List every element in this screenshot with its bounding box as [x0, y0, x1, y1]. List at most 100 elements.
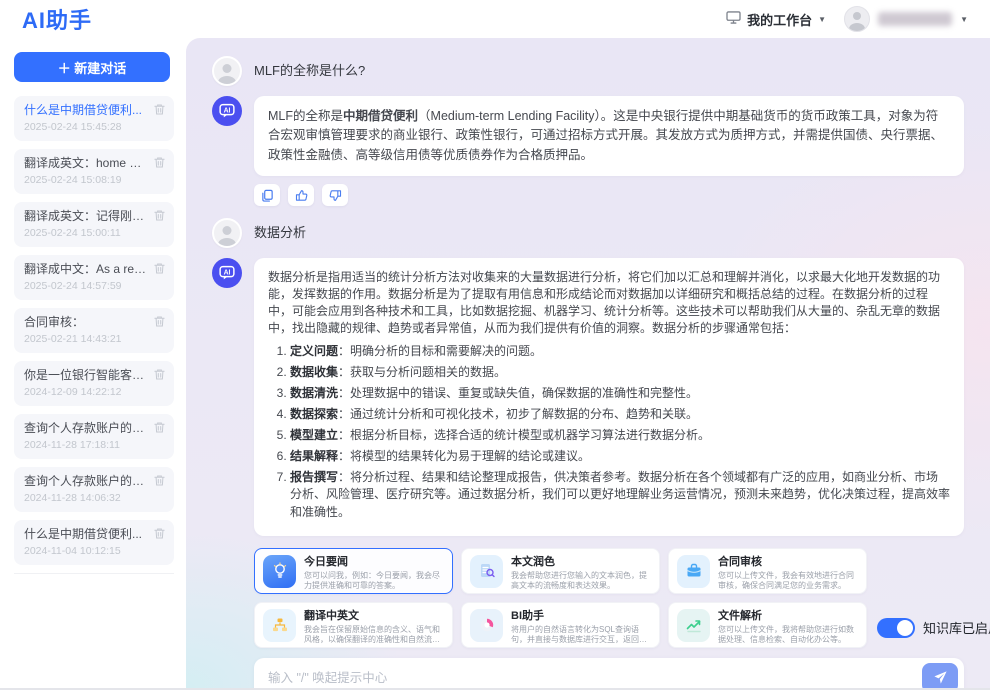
ai-message-row: AI MLF的全称是中期借贷便利（Medium-term Lending Fac…: [212, 96, 964, 176]
analysis-steps-list: 定义问题：明确分析的目标和需要解决的问题。 数据收集：获取与分析问题相关的数据。…: [290, 343, 950, 520]
card-desc: 我会帮助您进行您输入的文本润色，提高文本的流畅度和表达效果。: [511, 571, 651, 592]
conversation-title: 查询个人存款账户的最新...: [24, 473, 148, 489]
conversation-time: 2024-11-28 17:18:11: [24, 438, 148, 453]
monitor-icon: [726, 11, 741, 27]
card-title: 合同审核: [718, 555, 858, 569]
user-menu[interactable]: ▼: [844, 6, 968, 32]
prompt-input-bar: [254, 658, 964, 688]
conversation-time: 2025-02-24 15:00:11: [24, 226, 148, 241]
card-title: 翻译中英文: [304, 609, 444, 623]
ai-intro: 数据分析是指用适当的统计分析方法对收集来的大量数据进行分析，将它们加以汇总和理解…: [268, 269, 950, 337]
workspace-label: 我的工作台: [747, 10, 812, 29]
ai-avatar: AI: [212, 258, 242, 288]
list-item: 数据探索：通过统计分析和可视化技术，初步了解数据的分布、趋势和关联。: [290, 406, 950, 423]
chat-panel: MLF的全称是什么? AI MLF的全称是中期借贷便利（Medium-term …: [186, 38, 990, 688]
conversation-title: 翻译成英文：home home: [24, 155, 148, 171]
list-item: 定义问题：明确分析的目标和需要解决的问题。: [290, 343, 950, 360]
list-item: 报告撰写：将分析过程、结果和结论整理成报告，供决策者参考。数据分析在各个领域都有…: [290, 469, 950, 520]
copy-button[interactable]: [254, 184, 280, 206]
step-text: ：处理数据中的错误、重复或缺失值，确保数据的准确性和完整性。: [338, 386, 698, 400]
sidebar-item-conversation[interactable]: 合同审核： 2025-02-21 14:43:21: [14, 308, 174, 353]
conversation-time: 2024-11-04 10:12:15: [24, 544, 148, 559]
step-label: 定义问题: [290, 344, 338, 358]
trash-icon[interactable]: [153, 421, 166, 434]
user-message: MLF的全称是什么?: [254, 56, 365, 86]
feature-card-news[interactable]: 今日要闻 您可以问我，例如：今日要闻，我会尽力提供准确和可靠的答案。: [254, 548, 453, 594]
list-item: 模型建立：根据分析目标，选择合适的统计模型或机器学习算法进行数据分析。: [290, 427, 950, 444]
knowledge-base-control: 知识库已启用: [867, 618, 990, 638]
step-text: ：通过统计分析和可视化技术，初步了解数据的分布、趋势和关联。: [338, 407, 698, 421]
sidebar-item-conversation[interactable]: 查询个人存款账户的最新... 2024-11-28 14:06:32: [14, 467, 174, 512]
sidebar-divider: [14, 573, 174, 574]
top-header: AI助手 我的工作台 ▼ ▼: [0, 0, 990, 38]
sidebar-item-conversation[interactable]: 翻译成英文：home home 2025-02-24 15:08:19: [14, 149, 174, 194]
feature-card-fileparse[interactable]: 文件解析 您可以上传文件，我将帮助您进行如数据处理、信息检索、自动化办公等。: [668, 602, 867, 648]
workspace-menu[interactable]: 我的工作台 ▼: [726, 10, 826, 29]
sidebar-item-conversation[interactable]: 翻译成英文：记得刚开始... 2025-02-24 15:00:11: [14, 202, 174, 247]
list-item: 结果解释：将模型的结果转化为易于理解的结论或建议。: [290, 448, 950, 465]
chevron-down-icon: ▼: [960, 15, 968, 24]
conversation-title: 翻译成中文：As a reader...: [24, 261, 148, 277]
trash-icon[interactable]: [153, 209, 166, 222]
trash-icon[interactable]: [153, 156, 166, 169]
card-title: 文件解析: [718, 609, 858, 623]
card-desc: 您可以上传文件，我会有效地进行合同审核，确保合同满足您的业务需求。: [718, 571, 858, 592]
feature-cards-grid: 今日要闻 您可以问我，例如：今日要闻，我会尽力提供准确和可靠的答案。 本文润色 …: [254, 548, 867, 648]
trash-icon[interactable]: [153, 315, 166, 328]
knowledge-base-label: 知识库已启用: [923, 618, 990, 637]
ai-message-row: AI 数据分析是指用适当的统计分析方法对收集来的大量数据进行分析，将它们加以汇总…: [212, 258, 964, 535]
trash-icon[interactable]: [153, 527, 166, 540]
card-title: 今日要闻: [304, 555, 444, 569]
trash-icon[interactable]: [153, 474, 166, 487]
step-label: 模型建立: [290, 428, 338, 442]
trash-icon[interactable]: [153, 103, 166, 116]
sidebar-item-conversation[interactable]: 查询个人存款账户的最新... 2024-11-28 17:18:11: [14, 414, 174, 459]
conversation-title: 你是一位银行智能客服，...: [24, 367, 148, 383]
conversation-time: 2024-11-28 14:06:32: [24, 491, 148, 506]
polish-doc-icon: [470, 555, 503, 588]
trash-icon[interactable]: [153, 262, 166, 275]
ai-avatar: AI: [212, 96, 242, 126]
send-button[interactable]: [922, 663, 958, 688]
conversation-title: 什么是中期借贷便利...: [24, 102, 148, 118]
feature-card-polish[interactable]: 本文润色 我会帮助您进行您输入的文本润色，提高文本的流畅度和表达效果。: [461, 548, 660, 594]
thumbs-up-icon: [295, 189, 308, 202]
step-label: 结果解释: [290, 449, 338, 463]
ai-text: MLF的全称是: [268, 109, 343, 123]
svg-text:AI: AI: [224, 107, 231, 114]
ai-text-bold: 中期借贷便利: [343, 109, 418, 123]
step-text: ：将分析过程、结果和结论整理成报告，供决策者参考。数据分析在各个领域都有广泛的应…: [290, 470, 950, 518]
feature-card-contract[interactable]: 合同审核 您可以上传文件，我会有效地进行合同审核，确保合同满足您的业务需求。: [668, 548, 867, 594]
sidebar-item-conversation[interactable]: 什么是中期借贷便利... 2025-02-24 15:45:28: [14, 96, 174, 141]
trash-icon[interactable]: [153, 368, 166, 381]
feature-card-bi[interactable]: BI助手 将用户的自然语言转化为SQL查询语句，并直接与数据库进行交互，返回智能…: [461, 602, 660, 648]
copy-icon: [261, 189, 274, 202]
new-chat-button[interactable]: ＋ 新建对话: [14, 52, 170, 82]
message-actions: [254, 184, 964, 206]
dislike-button[interactable]: [322, 184, 348, 206]
like-button[interactable]: [288, 184, 314, 206]
feature-card-translate[interactable]: 翻译中英文 我会旨在保留原始信息的含义、语气和风格，以确保翻译的准确性和自然流畅…: [254, 602, 453, 648]
card-title: 本文润色: [511, 555, 651, 569]
sidebar-item-conversation[interactable]: 翻译成中文：As a reader... 2025-02-24 14:57:59: [14, 255, 174, 300]
user-message-row: 数据分析: [212, 218, 964, 248]
conversation-time: 2025-02-24 15:08:19: [24, 173, 148, 188]
conversation-time: 2024-12-09 14:22:12: [24, 385, 148, 400]
bulb-icon: [263, 555, 296, 588]
user-message-row: MLF的全称是什么?: [212, 56, 964, 86]
list-item: 数据收集：获取与分析问题相关的数据。: [290, 364, 950, 381]
conversation-title: 合同审核：: [24, 314, 148, 330]
sidebar-item-conversation[interactable]: 什么是中期借贷便利... 2024-11-04 10:12:15: [14, 520, 174, 565]
feature-cards-row: 今日要闻 您可以问我，例如：今日要闻，我会尽力提供准确和可靠的答案。 本文润色 …: [254, 548, 964, 648]
step-label: 数据收集: [290, 365, 338, 379]
prompt-input[interactable]: [268, 671, 922, 685]
translate-flow-icon: [263, 609, 296, 642]
sidebar-item-conversation[interactable]: 你是一位银行智能客服，... 2024-12-09 14:22:12: [14, 361, 174, 406]
pie-chart-icon: [470, 609, 503, 642]
card-desc: 您可以上传文件，我将帮助您进行如数据处理、信息检索、自动化办公等。: [718, 625, 858, 646]
knowledge-base-toggle[interactable]: [877, 618, 915, 638]
user-avatar: [212, 218, 242, 248]
step-text: ：根据分析目标，选择合适的统计模型或机器学习算法进行数据分析。: [338, 428, 710, 442]
user-avatar: [212, 56, 242, 86]
conversation-time: 2025-02-24 15:45:28: [24, 120, 148, 135]
